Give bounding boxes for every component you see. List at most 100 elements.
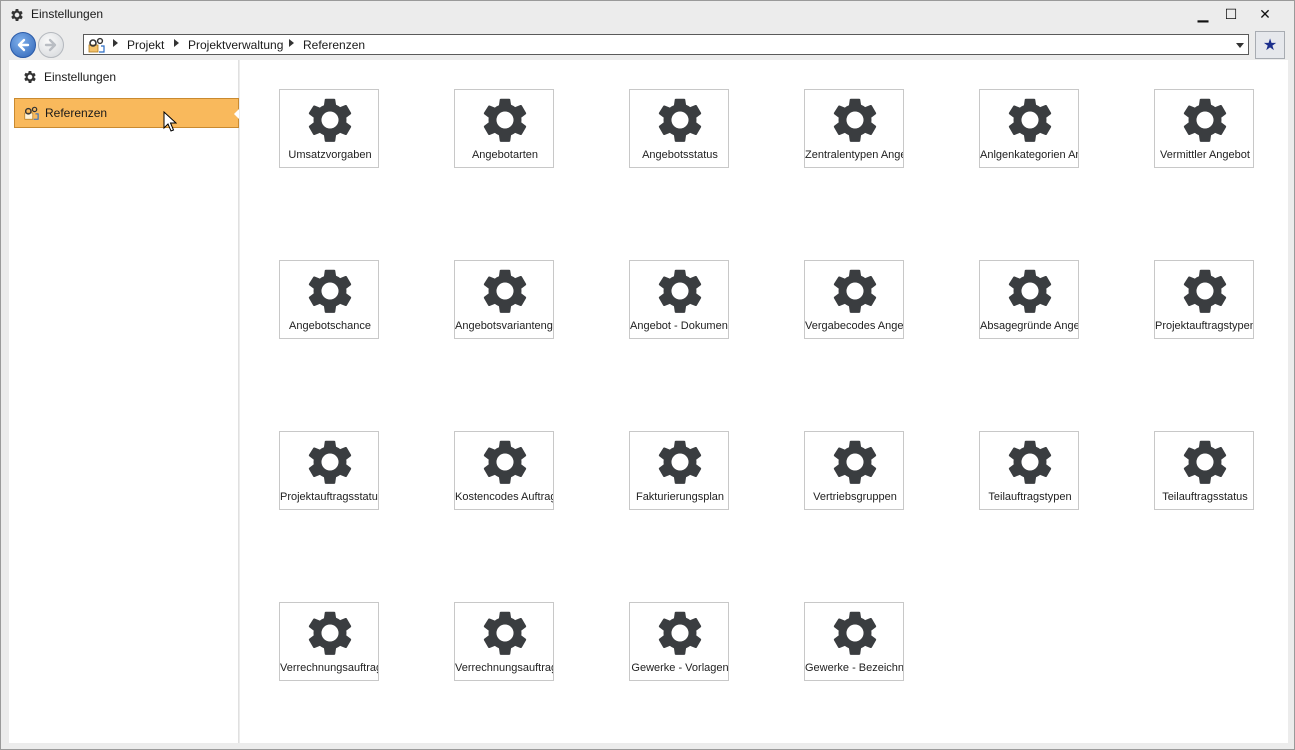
breadcrumb-separator-icon bbox=[174, 39, 179, 47]
settings-tile[interactable]: Angebotarten bbox=[454, 89, 554, 168]
settings-tile[interactable]: Zentralentypen Angebot bbox=[804, 89, 904, 168]
tile-label: Teilauftragstypen bbox=[988, 491, 1072, 503]
minimize-icon: ▁ bbox=[1197, 5, 1209, 22]
gear-icon bbox=[11, 9, 23, 21]
gear-icon bbox=[483, 440, 527, 484]
breadcrumb-referenzen[interactable]: Referenzen bbox=[303, 38, 365, 52]
back-arrow-icon bbox=[17, 38, 30, 52]
maximize-icon: ☐ bbox=[1224, 5, 1238, 22]
tile-label: Umsatzvorgaben bbox=[288, 149, 372, 161]
minimize-button[interactable]: ▁ bbox=[1189, 4, 1217, 24]
sidebar-item-einstellungen[interactable]: Einstellungen bbox=[14, 62, 239, 92]
gear-icon bbox=[1183, 269, 1227, 313]
gear-icon bbox=[1183, 98, 1227, 142]
settings-tile[interactable]: Teilauftragsstatus bbox=[1154, 431, 1254, 510]
settings-tile[interactable]: Anlgenkategorien Angebot bbox=[979, 89, 1079, 168]
gear-icon bbox=[1008, 269, 1052, 313]
window-title: Einstellungen bbox=[31, 7, 104, 21]
address-bar[interactable]: Projekt Projektverwaltung Referenzen bbox=[83, 34, 1249, 55]
settings-tile[interactable]: Umsatzvorgaben bbox=[279, 89, 379, 168]
maximize-button[interactable]: ☐ bbox=[1217, 4, 1245, 24]
references-icon bbox=[24, 106, 39, 120]
tile-label: Absagegründe Angebot bbox=[980, 320, 1078, 332]
sidebar: Einstellungen Referenzen bbox=[9, 60, 239, 743]
sidebar-item-label: Einstellungen bbox=[44, 70, 117, 84]
star-icon: ★ bbox=[1262, 37, 1278, 54]
settings-window: Einstellungen ▁ ☐ ✕ Projekt Projektverwa… bbox=[0, 0, 1295, 750]
settings-tile[interactable]: Vermittler Angebot bbox=[1154, 89, 1254, 168]
breadcrumb-separator-icon bbox=[289, 39, 294, 47]
gear-icon bbox=[483, 98, 527, 142]
forward-arrow-icon bbox=[44, 38, 57, 52]
settings-tile[interactable]: Absagegründe Angebot bbox=[979, 260, 1079, 339]
tile-label: Angebotarten bbox=[471, 149, 539, 161]
gear-icon bbox=[1008, 98, 1052, 142]
settings-tile[interactable]: Gewerke - Bezeichnungen bbox=[804, 602, 904, 681]
settings-tile[interactable]: Verrechnungsauftragstypen bbox=[279, 602, 379, 681]
close-button[interactable]: ✕ bbox=[1251, 4, 1279, 24]
gear-icon bbox=[658, 440, 702, 484]
tile-label: Vergabecodes Angebot bbox=[805, 320, 904, 332]
gear-icon bbox=[1008, 440, 1052, 484]
settings-tile[interactable]: Kostencodes Auftrag bbox=[454, 431, 554, 510]
gear-icon bbox=[833, 98, 877, 142]
tile-label: Angebotschance bbox=[289, 320, 371, 332]
gear-icon bbox=[833, 269, 877, 313]
gear-icon bbox=[308, 269, 352, 313]
tile-label: Zentralentypen Angebot bbox=[805, 149, 903, 161]
close-icon: ✕ bbox=[1259, 5, 1271, 22]
tile-label: Angebotsvariantengruppen bbox=[455, 320, 553, 332]
sidebar-item-label: Referenzen bbox=[45, 106, 108, 120]
gear-icon bbox=[658, 269, 702, 313]
settings-tile[interactable]: Angebotsvariantengruppen bbox=[454, 260, 554, 339]
tile-label: Verrechnungsauftragstypen bbox=[280, 662, 378, 674]
tile-label: Anlgenkategorien Angebot bbox=[980, 149, 1078, 161]
settings-tile[interactable]: Projektauftragsstatus bbox=[279, 431, 379, 510]
breadcrumb-separator-icon bbox=[113, 39, 118, 47]
gear-icon bbox=[1183, 440, 1227, 484]
settings-tile[interactable]: Projektauftragstypen bbox=[1154, 260, 1254, 339]
gear-icon bbox=[658, 98, 702, 142]
settings-tile[interactable]: Angebot - Dokumente bbox=[629, 260, 729, 339]
back-button[interactable] bbox=[10, 32, 36, 58]
tile-label: Projektauftragsstatus bbox=[280, 491, 379, 503]
gear-icon bbox=[833, 611, 877, 655]
navigation-bar: Projekt Projektverwaltung Referenzen ★ bbox=[1, 30, 1294, 60]
tile-label: Verrechnungsauftragsstatus bbox=[455, 662, 553, 674]
gear-icon bbox=[308, 440, 352, 484]
breadcrumb-projekt[interactable]: Projekt bbox=[127, 38, 164, 52]
mouse-cursor-icon bbox=[163, 111, 177, 132]
gear-icon bbox=[658, 611, 702, 655]
favorite-button[interactable]: ★ bbox=[1255, 31, 1285, 59]
title-bar: Einstellungen ▁ ☐ ✕ bbox=[1, 1, 1294, 29]
settings-tile[interactable]: Fakturierungsplan bbox=[629, 431, 729, 510]
settings-tile[interactable]: Teilauftragstypen bbox=[979, 431, 1079, 510]
gear-icon bbox=[24, 71, 36, 83]
tile-label: Teilauftragsstatus bbox=[1162, 491, 1248, 503]
settings-tile[interactable]: Angebotsstatus bbox=[629, 89, 729, 168]
tile-label: Vermittler Angebot bbox=[1160, 149, 1250, 161]
tile-label: Kostencodes Auftrag bbox=[455, 491, 554, 503]
settings-tile[interactable]: Vertriebsgruppen bbox=[804, 431, 904, 510]
tile-label: Vertriebsgruppen bbox=[813, 491, 897, 503]
settings-tile[interactable]: Vergabecodes Angebot bbox=[804, 260, 904, 339]
tile-grid: Umsatzvorgaben Angebotarten Angebotsstatus… bbox=[240, 60, 1288, 743]
settings-tile[interactable]: Angebotschance bbox=[279, 260, 379, 339]
references-icon bbox=[88, 37, 105, 53]
gear-icon bbox=[308, 611, 352, 655]
settings-tile[interactable]: Gewerke - Vorlagen bbox=[629, 602, 729, 681]
tile-label: Angebot - Dokumente bbox=[630, 320, 729, 332]
tile-label: Fakturierungsplan bbox=[635, 491, 725, 503]
gear-icon bbox=[833, 440, 877, 484]
settings-tile[interactable]: Verrechnungsauftragsstatus bbox=[454, 602, 554, 681]
tile-label: Gewerke - Bezeichnungen bbox=[805, 662, 904, 674]
gear-icon bbox=[308, 98, 352, 142]
gear-icon bbox=[483, 611, 527, 655]
breadcrumb-projektverwaltung[interactable]: Projektverwaltung bbox=[188, 38, 283, 52]
chevron-down-icon[interactable] bbox=[1236, 43, 1244, 48]
tile-label: Angebotsstatus bbox=[642, 149, 718, 161]
forward-button[interactable] bbox=[38, 32, 64, 58]
sidebar-item-referenzen[interactable]: Referenzen bbox=[14, 98, 239, 128]
gear-icon bbox=[483, 269, 527, 313]
tile-label: Projektauftragstypen bbox=[1155, 320, 1254, 332]
